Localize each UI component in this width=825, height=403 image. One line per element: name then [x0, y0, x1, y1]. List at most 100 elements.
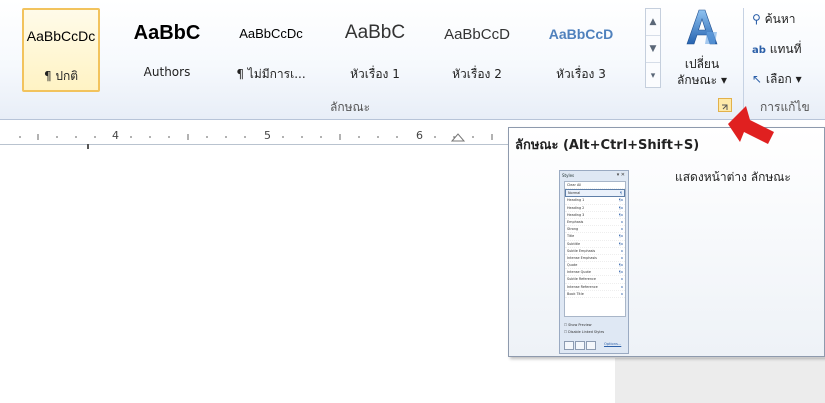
pane-row-label: Title — [567, 234, 575, 239]
gallery-scroll: ▲ ▼ ▾ — [645, 8, 661, 88]
change-styles-line1: เปลี่ยน — [684, 57, 720, 71]
pane-row-label: Subtle Reference — [567, 277, 596, 282]
pane-mark: a — [620, 219, 623, 224]
style-preview: AaBbCcDc — [26, 28, 96, 44]
pane-row: Heading 3 ¶a — [565, 212, 625, 219]
pane-mark: a — [620, 248, 623, 253]
replace-icon: ab — [752, 45, 766, 56]
styles-gallery: AaBbCcDc ¶ ปกติ AaBbC Authors AaBbCcDc ¶… — [18, 4, 645, 92]
style-heading-2[interactable]: AaBbCcD หัวเรื่อง 2 — [438, 8, 516, 92]
style-preview: AaBbCcD — [444, 26, 510, 43]
pane-row-label: Subtle Emphasis — [567, 248, 596, 253]
pane-row-label: Emphasis — [567, 219, 584, 224]
find-label: ค้นหา — [764, 12, 796, 26]
pane-row: Title ¶a — [565, 233, 625, 241]
pointer-arrow-icon — [728, 106, 774, 144]
styles-group-label: ลักษณะ — [330, 100, 371, 114]
styles-pane-preview: Styles ▾ ✕ Clear All Normal ¶ Heading 1 ¶a… — [559, 170, 629, 354]
pane-row: Subtle Emphasis a — [565, 248, 625, 255]
pane-row-label: Subtitle — [567, 241, 581, 246]
pane-show-preview-label: Show Preview — [568, 323, 592, 327]
pane-mark: a — [620, 255, 623, 260]
change-styles-line2: ลักษณะ ▾ — [677, 73, 727, 87]
pane-mark: ¶a — [618, 198, 623, 203]
pane-row: Subtle Reference a — [565, 276, 625, 284]
pane-disable-linked-label: Disable Linked Styles — [568, 330, 605, 334]
pane-show-preview: ☐ Show Preview — [564, 323, 592, 327]
indent-marker[interactable] — [87, 144, 89, 149]
pane-row: Book Title a — [565, 291, 625, 298]
pane-mark: ¶a — [618, 270, 623, 275]
pane-mark: ¶a — [618, 263, 623, 268]
pane-row: Heading 2 ¶a — [565, 205, 625, 212]
editing-group: ⚲ ค้นหา ab แทนที่ ↖ เลือก ▾ — [748, 4, 825, 96]
style-name: Authors — [143, 65, 191, 79]
pane-row: Strong a — [565, 226, 625, 234]
pane-close-icon: ▾ ✕ — [616, 172, 625, 178]
style-normal[interactable]: AaBbCcDc ¶ ปกติ — [22, 8, 100, 92]
style-heading-1[interactable]: AaBbC หัวเรื่อง 1 — [336, 8, 414, 92]
document-gray-area — [615, 358, 825, 403]
pane-mark: ¶ — [619, 191, 622, 196]
style-name: หัวเรื่อง 2 — [452, 67, 502, 81]
pane-row: Normal ¶ — [565, 189, 625, 198]
change-styles-icon — [686, 9, 718, 45]
change-styles-label: เปลี่ยน ลักษณะ ▾ — [665, 56, 739, 88]
pane-mark: a — [620, 291, 623, 296]
pane-mark: a — [620, 277, 623, 282]
pane-row-label: Strong — [567, 227, 579, 232]
gallery-up-button[interactable]: ▲ — [646, 9, 660, 36]
ribbon: AaBbCcDc ¶ ปกติ AaBbC Authors AaBbCcDc ¶… — [0, 0, 825, 120]
pane-row-label: Intense Quote — [567, 270, 591, 275]
ruler-label-5: 5 — [264, 129, 271, 142]
pane-row: Intense Emphasis a — [565, 255, 625, 263]
pane-row-label: Quote — [567, 263, 578, 268]
select-button[interactable]: ↖ เลือก ▾ — [752, 70, 802, 89]
style-name: ¶ ไม่มีการเ... — [236, 67, 306, 81]
style-preview: AaBbC — [133, 22, 201, 44]
tooltip-title: ลักษณะ (Alt+Ctrl+Shift+S) — [515, 138, 700, 153]
tooltip-description: แสดงหน้าต่าง ลักษณะ — [675, 170, 791, 184]
ruler-label-4: 4 — [112, 129, 119, 142]
pane-row-label: Normal — [568, 191, 581, 196]
pane-row: Emphasis a — [565, 219, 625, 227]
pane-style-list: Clear All Normal ¶ Heading 1 ¶a Heading 2 ¶… — [564, 181, 626, 317]
pane-row-label: Book Title — [567, 291, 584, 296]
pane-row-label: Heading 1 — [567, 198, 585, 203]
pane-row: Quote ¶a — [565, 262, 625, 270]
manage-styles-icon — [586, 341, 596, 350]
pane-row-label: Heading 2 — [567, 205, 585, 210]
pane-mark: ¶a — [618, 241, 623, 246]
select-label: เลือก ▾ — [765, 72, 802, 86]
replace-button[interactable]: ab แทนที่ — [752, 40, 802, 59]
pane-mark: ¶a — [618, 212, 623, 217]
style-preview: AaBbCcD — [548, 26, 614, 42]
style-no-spacing[interactable]: AaBbCcDc ¶ ไม่มีการเ... — [232, 8, 310, 92]
group-separator — [743, 8, 744, 112]
style-preview: AaBbCcDc — [239, 26, 303, 41]
pane-disable-linked: ☐ Disable Linked Styles — [564, 330, 605, 334]
pane-row: Subtitle ¶a — [565, 241, 625, 248]
style-heading-3[interactable]: AaBbCcD หัวเรื่อง 3 — [542, 8, 620, 92]
inspect-style-icon — [575, 341, 585, 350]
ruler-label-6: 6 — [416, 129, 423, 142]
change-styles-button[interactable]: เปลี่ยน ลักษณะ ▾ — [665, 4, 739, 96]
gallery-down-button[interactable]: ▼ — [646, 36, 660, 63]
find-button[interactable]: ⚲ ค้นหา — [752, 10, 796, 29]
replace-label: แทนที่ — [769, 42, 802, 56]
new-style-icon — [564, 341, 574, 350]
pane-mark: a — [620, 284, 623, 289]
pane-row-label: Intense Emphasis — [567, 255, 597, 260]
pane-row: Clear All — [565, 182, 625, 190]
pane-title: Styles — [562, 173, 575, 178]
binoculars-icon: ⚲ — [752, 12, 761, 26]
pane-row: Intense Reference a — [565, 284, 625, 291]
pane-mark: ¶a — [618, 234, 623, 239]
style-authors[interactable]: AaBbC Authors — [128, 8, 206, 92]
gallery-more-button[interactable]: ▾ — [646, 63, 660, 89]
pane-mark: ¶a — [618, 205, 623, 210]
style-preview: AaBbC — [344, 22, 406, 43]
pane-row: Intense Quote ¶a — [565, 269, 625, 277]
pane-row-label: Intense Reference — [567, 284, 598, 289]
style-name: ¶ ปกติ — [43, 69, 79, 83]
